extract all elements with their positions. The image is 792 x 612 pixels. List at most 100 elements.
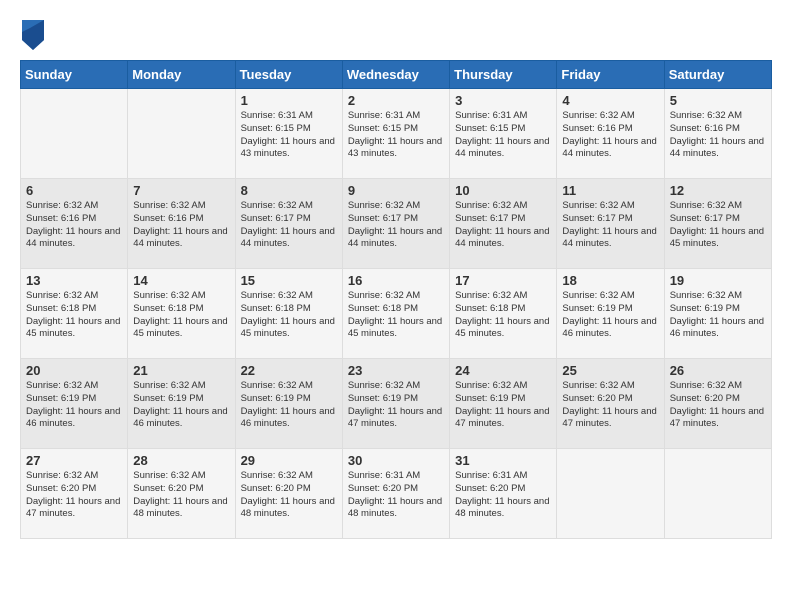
logo-icon	[22, 20, 44, 50]
weekday-header-sunday: Sunday	[21, 61, 128, 89]
weekday-header-saturday: Saturday	[664, 61, 771, 89]
calendar-cell: 26 Sunrise: 6:32 AM Sunset: 6:20 PM Dayli…	[664, 359, 771, 449]
day-number: 28	[133, 453, 229, 468]
day-info: Sunrise: 6:32 AM Sunset: 6:20 PM Dayligh…	[562, 380, 658, 431]
day-info: Sunrise: 6:32 AM Sunset: 6:17 PM Dayligh…	[562, 200, 658, 251]
day-number: 22	[241, 363, 337, 378]
calendar-table: SundayMondayTuesdayWednesdayThursdayFrid…	[20, 60, 772, 539]
day-number: 6	[26, 183, 122, 198]
calendar-cell: 4Sunrise: 6:32 AM Sunset: 6:16 PM Daylig…	[557, 89, 664, 179]
calendar-cell: 9 Sunrise: 6:32 AM Sunset: 6:17 PM Daylig…	[342, 179, 449, 269]
day-info: Sunrise: 6:32 AM Sunset: 6:18 PM Dayligh…	[241, 290, 337, 341]
day-info: Sunrise: 6:32 AM Sunset: 6:18 PM Dayligh…	[26, 290, 122, 341]
calendar-cell: 12Sunrise: 6:32 AM Sunset: 6:17 PM Dayli…	[664, 179, 771, 269]
day-info: Sunrise: 6:31 AM Sunset: 6:15 PM Dayligh…	[348, 110, 444, 161]
day-number: 9	[348, 183, 444, 198]
calendar-cell: 14Sunrise: 6:32 AM Sunset: 6:18 PM Dayli…	[128, 269, 235, 359]
weekday-header-friday: Friday	[557, 61, 664, 89]
calendar-cell: 24 Sunrise: 6:32 AM Sunset: 6:19 PM Dayli…	[450, 359, 557, 449]
calendar-header: SundayMondayTuesdayWednesdayThursdayFrid…	[21, 61, 772, 89]
day-info: Sunrise: 6:32 AM Sunset: 6:20 PM Dayligh…	[26, 470, 122, 521]
day-info: Sunrise: 6:32 AM Sunset: 6:16 PM Dayligh…	[26, 200, 122, 251]
day-info: Sunrise: 6:32 AM Sunset: 6:19 PM Dayligh…	[241, 380, 337, 431]
day-info: Sunrise: 6:31 AM Sunset: 6:20 PM Dayligh…	[348, 470, 444, 521]
calendar-cell: 5Sunrise: 6:32 AM Sunset: 6:16 PM Daylig…	[664, 89, 771, 179]
day-number: 27	[26, 453, 122, 468]
day-info: Sunrise: 6:31 AM Sunset: 6:20 PM Dayligh…	[455, 470, 551, 521]
calendar-body: 1 Sunrise: 6:31 AM Sunset: 6:15 PM Daylig…	[21, 89, 772, 539]
calendar-cell: 15 Sunrise: 6:32 AM Sunset: 6:18 PM Dayli…	[235, 269, 342, 359]
calendar-cell: 6 Sunrise: 6:32 AM Sunset: 6:16 PM Daylig…	[21, 179, 128, 269]
day-number: 18	[562, 273, 658, 288]
weekday-header-tuesday: Tuesday	[235, 61, 342, 89]
day-info: Sunrise: 6:32 AM Sunset: 6:16 PM Dayligh…	[133, 200, 229, 251]
calendar-week-row: 13 Sunrise: 6:32 AM Sunset: 6:18 PM Dayli…	[21, 269, 772, 359]
logo	[20, 20, 44, 50]
calendar-cell: 25Sunrise: 6:32 AM Sunset: 6:20 PM Dayli…	[557, 359, 664, 449]
calendar-cell: 31Sunrise: 6:31 AM Sunset: 6:20 PM Dayli…	[450, 449, 557, 539]
day-number: 20	[26, 363, 122, 378]
day-number: 29	[241, 453, 337, 468]
day-info: Sunrise: 6:32 AM Sunset: 6:19 PM Dayligh…	[455, 380, 551, 431]
day-number: 3	[455, 93, 551, 108]
calendar-cell: 13 Sunrise: 6:32 AM Sunset: 6:18 PM Dayli…	[21, 269, 128, 359]
weekday-header-row: SundayMondayTuesdayWednesdayThursdayFrid…	[21, 61, 772, 89]
calendar-cell: 22 Sunrise: 6:32 AM Sunset: 6:19 PM Dayli…	[235, 359, 342, 449]
day-number: 12	[670, 183, 766, 198]
day-number: 5	[670, 93, 766, 108]
day-info: Sunrise: 6:32 AM Sunset: 6:20 PM Dayligh…	[670, 380, 766, 431]
day-info: Sunrise: 6:31 AM Sunset: 6:15 PM Dayligh…	[241, 110, 337, 161]
day-info: Sunrise: 6:32 AM Sunset: 6:17 PM Dayligh…	[348, 200, 444, 251]
day-info: Sunrise: 6:32 AM Sunset: 6:19 PM Dayligh…	[133, 380, 229, 431]
day-info: Sunrise: 6:32 AM Sunset: 6:20 PM Dayligh…	[241, 470, 337, 521]
day-info: Sunrise: 6:32 AM Sunset: 6:17 PM Dayligh…	[241, 200, 337, 251]
day-number: 26	[670, 363, 766, 378]
calendar-cell: 2 Sunrise: 6:31 AM Sunset: 6:15 PM Daylig…	[342, 89, 449, 179]
day-info: Sunrise: 6:32 AM Sunset: 6:18 PM Dayligh…	[133, 290, 229, 341]
day-info: Sunrise: 6:32 AM Sunset: 6:19 PM Dayligh…	[670, 290, 766, 341]
day-number: 23	[348, 363, 444, 378]
calendar-cell: 10Sunrise: 6:32 AM Sunset: 6:17 PM Dayli…	[450, 179, 557, 269]
day-number: 7	[133, 183, 229, 198]
calendar-cell	[557, 449, 664, 539]
calendar-cell: 28 Sunrise: 6:32 AM Sunset: 6:20 PM Dayli…	[128, 449, 235, 539]
calendar-cell: 21 Sunrise: 6:32 AM Sunset: 6:19 PM Dayli…	[128, 359, 235, 449]
calendar-cell: 18 Sunrise: 6:32 AM Sunset: 6:19 PM Dayli…	[557, 269, 664, 359]
day-number: 24	[455, 363, 551, 378]
calendar-cell	[128, 89, 235, 179]
calendar-cell: 11 Sunrise: 6:32 AM Sunset: 6:17 PM Dayli…	[557, 179, 664, 269]
day-number: 2	[348, 93, 444, 108]
day-number: 11	[562, 183, 658, 198]
day-number: 17	[455, 273, 551, 288]
day-number: 13	[26, 273, 122, 288]
day-info: Sunrise: 6:32 AM Sunset: 6:18 PM Dayligh…	[455, 290, 551, 341]
day-number: 10	[455, 183, 551, 198]
calendar-cell: 7 Sunrise: 6:32 AM Sunset: 6:16 PM Daylig…	[128, 179, 235, 269]
day-info: Sunrise: 6:32 AM Sunset: 6:20 PM Dayligh…	[133, 470, 229, 521]
day-info: Sunrise: 6:32 AM Sunset: 6:19 PM Dayligh…	[562, 290, 658, 341]
calendar-cell	[21, 89, 128, 179]
day-number: 30	[348, 453, 444, 468]
calendar-cell: 1 Sunrise: 6:31 AM Sunset: 6:15 PM Daylig…	[235, 89, 342, 179]
calendar-week-row: 20 Sunrise: 6:32 AM Sunset: 6:19 PM Dayli…	[21, 359, 772, 449]
day-info: Sunrise: 6:31 AM Sunset: 6:15 PM Dayligh…	[455, 110, 551, 161]
day-info: Sunrise: 6:32 AM Sunset: 6:19 PM Dayligh…	[26, 380, 122, 431]
weekday-header-monday: Monday	[128, 61, 235, 89]
day-number: 19	[670, 273, 766, 288]
day-number: 1	[241, 93, 337, 108]
day-info: Sunrise: 6:32 AM Sunset: 6:18 PM Dayligh…	[348, 290, 444, 341]
calendar-cell: 29 Sunrise: 6:32 AM Sunset: 6:20 PM Dayli…	[235, 449, 342, 539]
calendar-cell: 16 Sunrise: 6:32 AM Sunset: 6:18 PM Dayli…	[342, 269, 449, 359]
day-number: 8	[241, 183, 337, 198]
weekday-header-wednesday: Wednesday	[342, 61, 449, 89]
page-header	[20, 20, 772, 50]
calendar-cell	[664, 449, 771, 539]
day-number: 16	[348, 273, 444, 288]
day-number: 4	[562, 93, 658, 108]
day-number: 15	[241, 273, 337, 288]
day-number: 21	[133, 363, 229, 378]
calendar-cell: 19 Sunrise: 6:32 AM Sunset: 6:19 PM Dayli…	[664, 269, 771, 359]
calendar-cell: 30 Sunrise: 6:31 AM Sunset: 6:20 PM Dayli…	[342, 449, 449, 539]
weekday-header-thursday: Thursday	[450, 61, 557, 89]
calendar-cell: 3 Sunrise: 6:31 AM Sunset: 6:15 PM Daylig…	[450, 89, 557, 179]
